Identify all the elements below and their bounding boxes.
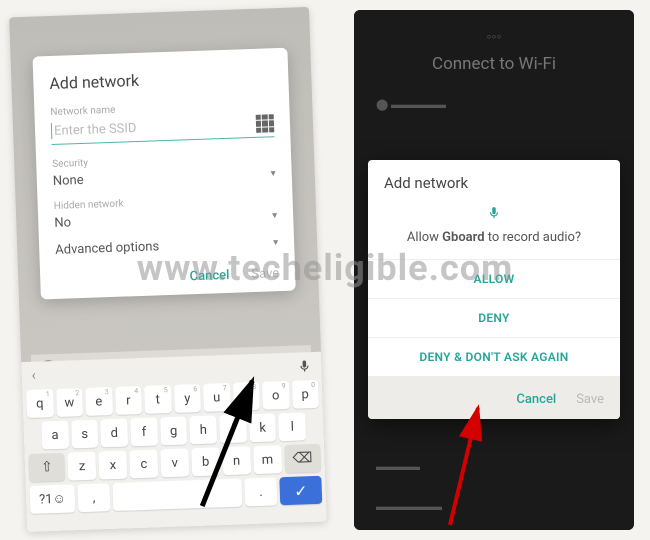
wifi-icon: ◦◦◦ [487, 28, 502, 45]
advanced-options-row[interactable]: Advanced options ▾ [55, 235, 278, 258]
add-network-dialog: Add network Network name Security None ▾… [32, 48, 295, 300]
key-,[interactable]: , [78, 483, 111, 512]
chevron-down-icon: ▾ [272, 210, 277, 221]
permission-dialog: Add network Allow Gboard to record audio… [368, 160, 620, 419]
key-w[interactable]: w2 [56, 388, 83, 417]
dialog-title: Add network [49, 66, 273, 93]
key-⌫[interactable]: ⌫ [284, 444, 321, 473]
cancel-button[interactable]: Cancel [189, 268, 229, 284]
annotation-arrow-red [430, 400, 500, 530]
mic-icon[interactable] [297, 359, 311, 373]
key-x[interactable]: x [99, 451, 128, 480]
key-z[interactable]: z [68, 452, 97, 481]
key-l[interactable]: l [278, 412, 306, 441]
key-q[interactable]: q1 [26, 389, 53, 418]
key-⇧[interactable]: ⇧ [28, 453, 65, 482]
dialog-title: Add network [368, 160, 620, 200]
key-s[interactable]: s [71, 420, 99, 449]
keyboard-options-icon[interactable]: ‹ [31, 368, 36, 384]
chevron-down-icon: ▾ [273, 237, 278, 248]
save-button: Save [251, 266, 279, 282]
deny-button[interactable]: DENY [368, 298, 620, 337]
permission-message: Allow Gboard to record audio? [384, 230, 604, 245]
key-r[interactable]: r4 [115, 386, 142, 415]
allow-button[interactable]: ALLOW [368, 259, 620, 298]
deny-dont-ask-button[interactable]: DENY & DON'T ASK AGAIN [368, 337, 620, 376]
key-c[interactable]: c [129, 449, 158, 478]
key-?1☺[interactable]: ?1☺ [29, 484, 75, 514]
qr-scan-icon[interactable] [256, 114, 275, 133]
key-p[interactable]: p0 [291, 380, 318, 409]
hidden-network-dropdown[interactable]: No ▾ [54, 208, 277, 231]
key-d[interactable]: d [101, 419, 129, 448]
key-f[interactable]: f [130, 417, 158, 446]
security-dropdown[interactable]: None ▾ [53, 166, 276, 189]
cancel-button[interactable]: Cancel [516, 392, 556, 407]
background-page-title: Connect to Wi-Fi [354, 54, 634, 74]
key-a[interactable]: a [41, 421, 69, 450]
key-e[interactable]: e3 [85, 387, 112, 416]
chevron-down-icon: ▾ [271, 168, 276, 179]
save-button: Save [576, 392, 604, 407]
mic-icon [384, 206, 604, 224]
ssid-input[interactable] [54, 116, 256, 138]
